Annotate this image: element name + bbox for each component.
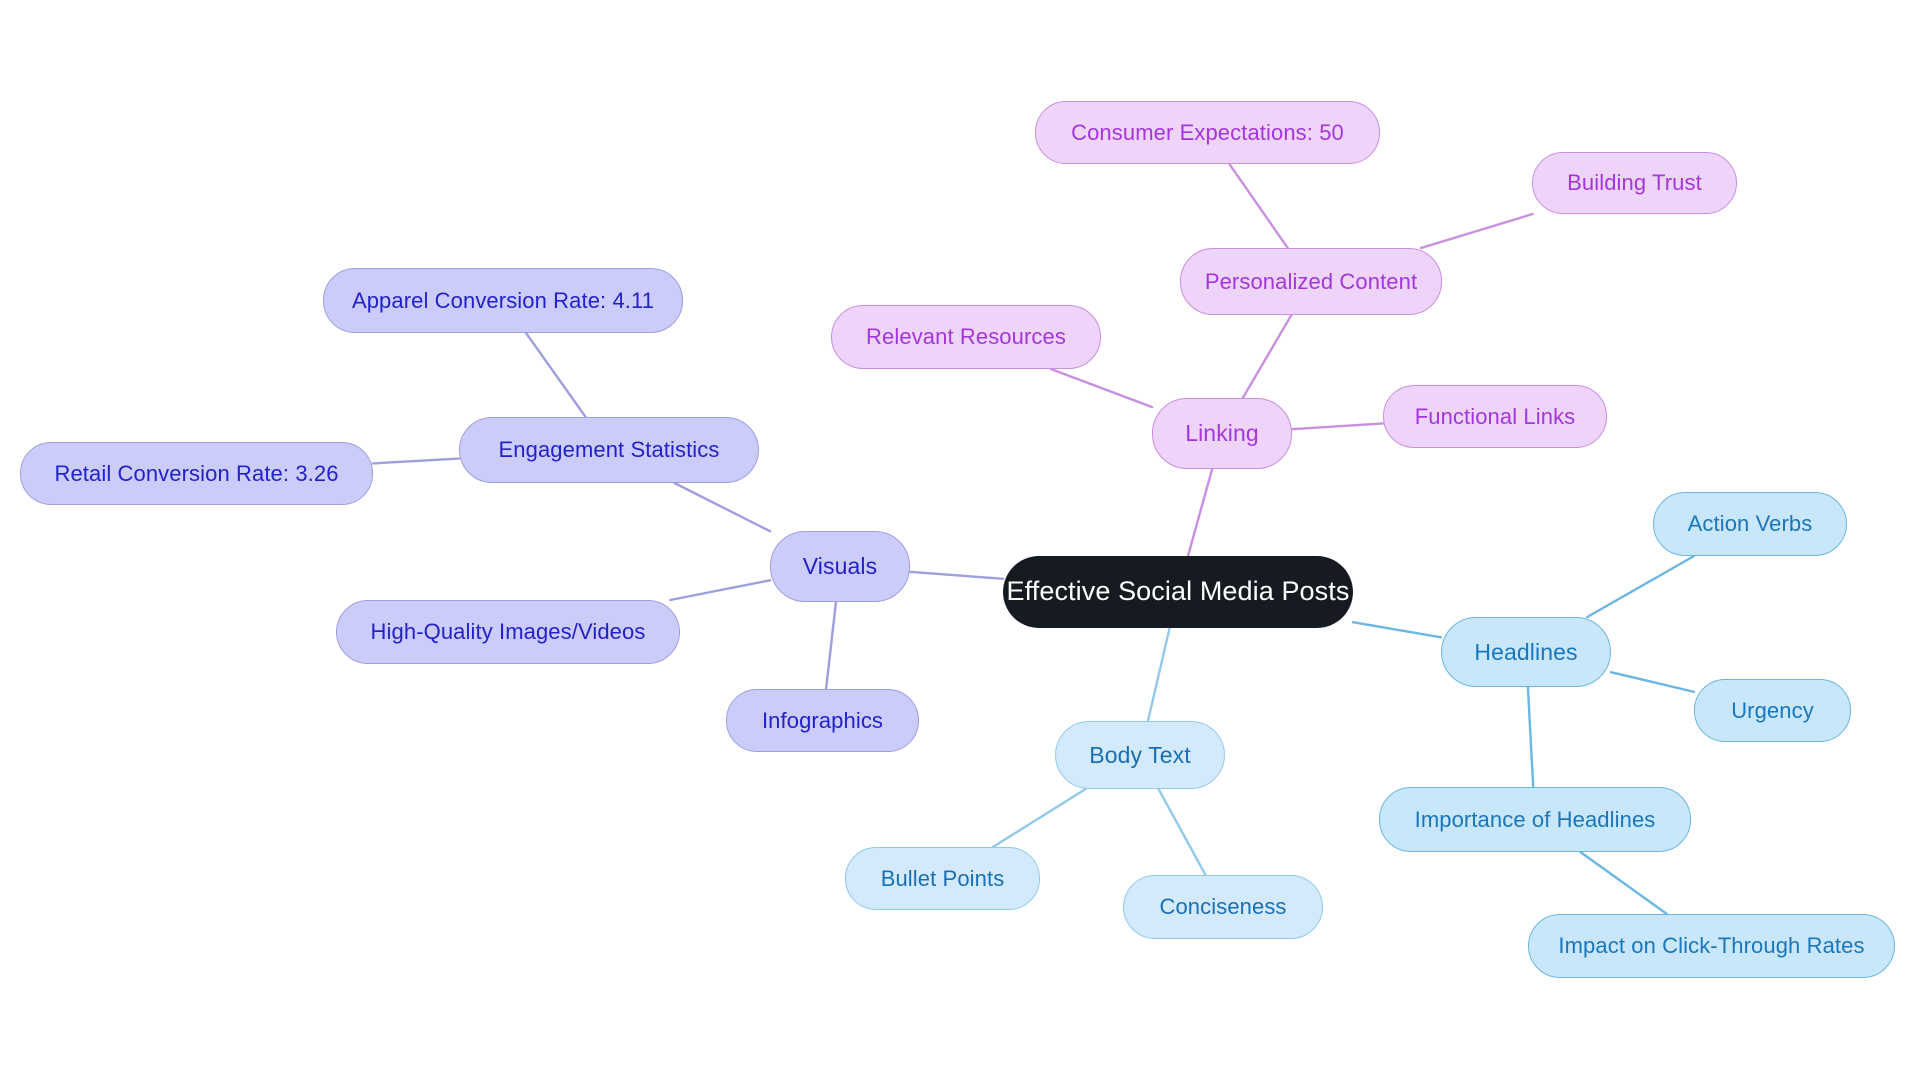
mindmap-edge	[1579, 850, 1669, 916]
mindmap-edge	[824, 600, 838, 691]
mindmap-node-impact-on-click-through-rates[interactable]: Impact on Click-Through Rates	[1528, 914, 1895, 978]
mindmap-edge	[1146, 626, 1171, 723]
mindmap-node-body-text[interactable]: Body Text	[1055, 721, 1225, 789]
mindmap-edge	[908, 570, 1005, 580]
mindmap-node-high-quality-images-videos[interactable]: High-Quality Images/Videos	[336, 600, 680, 664]
mindmap-node-label: Engagement Statistics	[498, 437, 720, 463]
mindmap-node-linking[interactable]: Linking	[1152, 398, 1292, 469]
mindmap-node-engagement-statistics[interactable]: Engagement Statistics	[459, 417, 759, 483]
mindmap-node-urgency[interactable]: Urgency	[1694, 679, 1851, 742]
mindmap-edge	[524, 331, 587, 419]
mindmap-node-label: Linking	[1185, 420, 1259, 447]
mindmap-edge	[673, 481, 772, 533]
mindmap-node-label: Infographics	[761, 707, 884, 733]
mindmap-edge	[1290, 422, 1385, 431]
mindmap-edge	[1419, 212, 1534, 250]
mindmap-edge	[371, 457, 461, 465]
mindmap-node-label: Importance of Headlines	[1414, 806, 1656, 832]
mindmap-node-personalized-content[interactable]: Personalized Content	[1180, 248, 1442, 315]
mindmap-node-label: Impact on Click-Through Rates	[1558, 933, 1865, 959]
mindmap-node-label: Retail Conversion Rate: 3.26	[54, 460, 339, 486]
mindmap-node-action-verbs[interactable]: Action Verbs	[1653, 492, 1847, 556]
mindmap-node-label: Visuals	[802, 553, 878, 580]
mindmap-node-label: Urgency	[1731, 697, 1814, 723]
mindmap-node-label: Body Text	[1089, 741, 1191, 768]
mindmap-node-visuals[interactable]: Visuals	[770, 531, 910, 602]
mindmap-node-building-trust[interactable]: Building Trust	[1532, 152, 1737, 214]
mindmap-node-label: Conciseness	[1159, 894, 1287, 920]
mindmap-node-label: Functional Links	[1414, 403, 1576, 429]
mindmap-edge	[1228, 162, 1289, 250]
mindmap-node-label: Action Verbs	[1687, 511, 1813, 537]
mindmap-node-conciseness[interactable]: Conciseness	[1123, 875, 1323, 939]
mindmap-node-label: Bullet Points	[880, 865, 1005, 891]
mindmap-node-label: Personalized Content	[1204, 268, 1418, 294]
mindmap-node-apparel-conversion-rate[interactable]: Apparel Conversion Rate: 4.11	[323, 268, 683, 333]
mindmap-node-headlines[interactable]: Headlines	[1441, 617, 1611, 687]
mindmap-edge	[991, 787, 1087, 849]
mindmap-node-importance-of-headlines[interactable]: Importance of Headlines	[1379, 787, 1691, 852]
mindmap-node-label: High-Quality Images/Videos	[370, 619, 646, 645]
mindmap-node-label: Building Trust	[1567, 170, 1702, 196]
mindmap-node-infographics[interactable]: Infographics	[726, 689, 919, 752]
mindmap-node-relevant-resources[interactable]: Relevant Resources	[831, 305, 1101, 369]
mindmap-edge	[1609, 670, 1696, 694]
mindmap-edge	[1241, 313, 1293, 400]
mindmap-node-bullet-points[interactable]: Bullet Points	[845, 847, 1040, 910]
mindmap-node-label: Effective Social Media Posts	[1006, 576, 1350, 607]
mindmap-edge	[669, 579, 772, 602]
mindmap-edge	[1049, 367, 1154, 409]
mindmap-node-label: Consumer Expectations: 50	[1071, 119, 1344, 145]
mindmap-node-label: Apparel Conversion Rate: 4.11	[351, 287, 655, 313]
mindmap-edge	[1157, 787, 1207, 877]
mindmap-node-consumer-expectations[interactable]: Consumer Expectations: 50	[1035, 101, 1380, 164]
mindmap-canvas: Effective Social Media Posts Visuals Engag…	[0, 0, 1920, 1083]
mindmap-edge	[1186, 467, 1214, 558]
mindmap-node-functional-links[interactable]: Functional Links	[1383, 385, 1607, 448]
mindmap-node-label: Relevant Resources	[866, 324, 1066, 350]
mindmap-edge	[1351, 620, 1443, 639]
mindmap-node-root[interactable]: Effective Social Media Posts	[1003, 556, 1353, 628]
mindmap-node-label: Headlines	[1474, 638, 1578, 665]
mindmap-node-retail-conversion-rate[interactable]: Retail Conversion Rate: 3.26	[20, 442, 373, 505]
mindmap-edge	[1586, 554, 1696, 619]
mindmap-edge	[1526, 685, 1535, 789]
